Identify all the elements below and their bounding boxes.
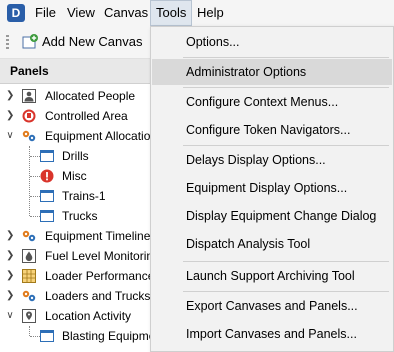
menu-separator (183, 57, 389, 58)
person-icon (22, 89, 36, 103)
tree-item-equipment-timeline[interactable]: ❯ Equipment Timeline (0, 226, 152, 246)
menu-item-equipment-display-options[interactable]: Equipment Display Options... (152, 175, 392, 201)
tree-item-label: Location Activity (45, 309, 132, 323)
app-logo-icon[interactable]: D (7, 4, 25, 22)
tree-item-blasting-equipment[interactable]: Blasting Equipment (0, 326, 152, 346)
tree-item-trains-1[interactable]: Trains-1 (0, 186, 152, 206)
menu-help[interactable]: Help (192, 0, 229, 26)
menu-tools[interactable]: Tools (150, 0, 193, 26)
tree-item-label: Blasting Equipment (62, 329, 152, 343)
menu-item-export-canvases-and-panels[interactable]: Export Canvases and Panels... (152, 293, 392, 319)
toolbar-grip[interactable] (6, 35, 9, 49)
tree-item-misc[interactable]: Misc (0, 166, 152, 186)
menu-item-dispatch-analysis-tool[interactable]: Dispatch Analysis Tool (152, 231, 392, 257)
panels-header: Panels (0, 59, 162, 84)
equipment-gears-icon (22, 230, 36, 242)
tree-item-drills[interactable]: Drills (0, 146, 152, 166)
chevron-right-icon[interactable]: ❯ (6, 106, 14, 126)
menu-item-delays-display-options[interactable]: Delays Display Options... (152, 147, 392, 173)
tools-menu-dropdown: Options... Administrator Options Configu… (150, 26, 394, 352)
window-panel-icon (40, 210, 54, 222)
tree-item-label: Allocated People (45, 89, 136, 103)
menu-item-configure-context-menus[interactable]: Configure Context Menus... (152, 89, 392, 115)
tree-item-allocated-people[interactable]: ❯ Allocated People (0, 86, 152, 106)
menu-separator (183, 261, 389, 262)
chevron-right-icon[interactable]: ❯ (6, 266, 14, 286)
window-panel-icon (40, 150, 54, 162)
error-icon (40, 169, 54, 183)
tree-item-label: Drills (62, 149, 89, 163)
chevron-down-icon[interactable]: ∨ (6, 126, 14, 146)
fuel-drop-icon (22, 249, 36, 263)
menu-item-display-equipment-change-dialog[interactable]: Display Equipment Change Dialog (152, 203, 392, 229)
tree-item-trucks[interactable]: Trucks (0, 206, 152, 226)
chevron-right-icon[interactable]: ❯ (6, 226, 14, 246)
tree-item-label: Loader Performance (45, 269, 152, 283)
location-pin-icon (22, 309, 36, 323)
menu-canvas[interactable]: Canvas (99, 0, 153, 26)
tree-item-equipment-allocation[interactable]: ∨ Equipment Allocation (0, 126, 152, 146)
menu-item-configure-token-navigators[interactable]: Configure Token Navigators... (152, 117, 392, 143)
menu-view[interactable]: View (62, 0, 100, 26)
tree-item-label: Trucks (62, 209, 98, 223)
panels-tree: ❯ Allocated People ❯ Controlled Area ∨ E… (0, 84, 152, 352)
equipment-gears-icon (22, 290, 36, 302)
chevron-right-icon[interactable]: ❯ (6, 286, 14, 306)
menu-item-options[interactable]: Options... (152, 29, 392, 55)
tree-item-label: Misc (62, 169, 87, 183)
tree-item-controlled-area[interactable]: ❯ Controlled Area (0, 106, 152, 126)
chevron-down-icon[interactable]: ∨ (6, 306, 14, 326)
tree-item-fuel-level-monitoring[interactable]: ❯ Fuel Level Monitoring (0, 246, 152, 266)
add-new-canvas-button[interactable]: Add New Canvas (22, 32, 142, 52)
chevron-right-icon[interactable]: ❯ (6, 86, 14, 106)
menu-item-launch-support-archiving-tool[interactable]: Launch Support Archiving Tool (152, 263, 392, 289)
add-canvas-label: Add New Canvas (42, 34, 143, 49)
menu-item-import-canvases-and-panels[interactable]: Import Canvases and Panels... (152, 321, 392, 347)
menu-file[interactable]: File (30, 0, 61, 26)
equipment-gears-icon (22, 130, 36, 142)
tree-item-label: Loaders and Trucks (45, 289, 151, 303)
add-canvas-icon (22, 34, 38, 49)
tree-item-loader-performance[interactable]: ❯ Loader Performance (0, 266, 152, 286)
menu-bar: D File View Canvas Tools Help (0, 0, 394, 26)
tree-item-loaders-and-trucks[interactable]: ❯ Loaders and Trucks (0, 286, 152, 306)
menu-separator (183, 145, 389, 146)
window-panel-icon (40, 330, 54, 342)
tree-item-label: Equipment Timeline (45, 229, 151, 243)
tree-item-label: Trains-1 (62, 189, 106, 203)
tree-item-label: Equipment Allocation (45, 129, 152, 143)
menu-item-administrator-options[interactable]: Administrator Options (152, 59, 392, 85)
window-panel-icon (40, 190, 54, 202)
menu-separator (183, 291, 389, 292)
table-grid-icon (22, 269, 36, 283)
chevron-right-icon[interactable]: ❯ (6, 246, 14, 266)
tree-item-label: Controlled Area (45, 109, 128, 123)
hand-stop-icon (22, 109, 36, 123)
tree-item-label: Fuel Level Monitoring (45, 249, 152, 263)
menu-separator (183, 87, 389, 88)
tree-item-location-activity[interactable]: ∨ Location Activity (0, 306, 152, 326)
